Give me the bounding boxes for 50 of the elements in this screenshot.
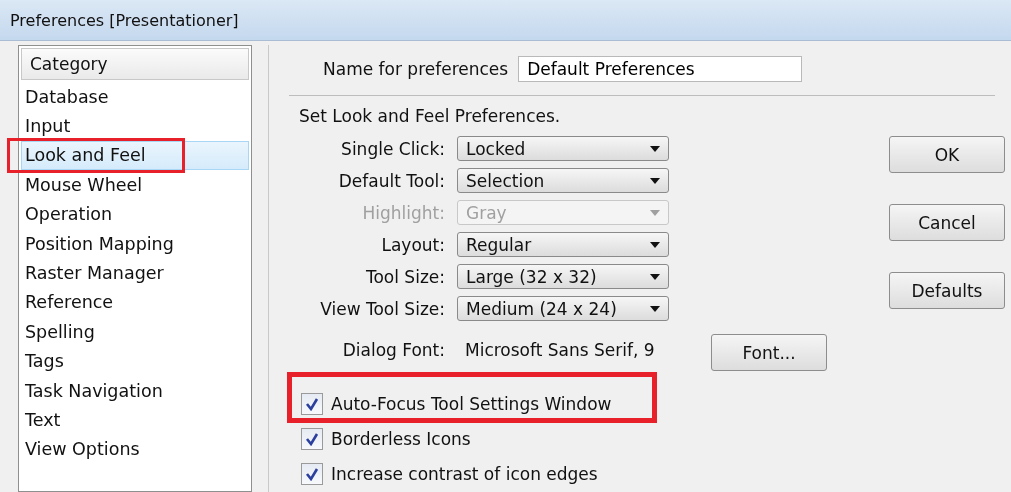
category-item[interactable]: Mouse Wheel — [21, 170, 249, 200]
caret-icon — [650, 273, 660, 280]
section-title: Set Look and Feel Preferences. — [298, 105, 562, 128]
setting-label: Dialog Font: — [342, 339, 445, 360]
dialog-button[interactable]: OK — [889, 136, 1005, 173]
setting-label: Highlight: — [362, 202, 445, 223]
dialog-button[interactable]: Defaults — [889, 272, 1005, 309]
caret-icon — [650, 177, 660, 184]
category-item[interactable]: Spelling — [21, 317, 249, 347]
checkbox[interactable] — [301, 393, 323, 415]
checkmark-icon — [305, 467, 319, 481]
setting-label: Layout: — [381, 234, 445, 255]
category-item[interactable]: Task Navigation — [21, 375, 249, 406]
category-item[interactable]: Raster Manager — [21, 258, 249, 288]
dialog-button[interactable]: Cancel — [889, 204, 1005, 241]
caret-icon — [650, 209, 660, 216]
dropdown[interactable]: Regular — [457, 232, 669, 257]
font-value: Microsoft Sans Serif, 9 — [464, 339, 656, 360]
caret-icon — [650, 241, 660, 248]
checkmark-icon — [305, 432, 319, 446]
checkmark-icon — [305, 397, 319, 411]
category-item[interactable]: Input — [21, 111, 249, 141]
category-item[interactable]: Text — [21, 405, 249, 435]
caret-icon — [650, 305, 660, 312]
name-field[interactable]: Default Preferences — [518, 56, 803, 82]
setting-label: View Tool Size: — [320, 298, 445, 319]
setting-label: Single Click: — [341, 138, 445, 159]
checkbox-label: Borderless Icons — [331, 429, 471, 449]
setting-label: Default Tool: — [338, 170, 445, 191]
window-title: Preferences [Presentationer] — [10, 10, 239, 30]
dropdown[interactable]: Medium (24 x 24) — [457, 296, 669, 321]
category-item[interactable]: Operation — [21, 199, 249, 229]
font-button[interactable]: Font... — [711, 334, 827, 371]
category-item[interactable]: Look and Feel — [21, 140, 249, 171]
category-item[interactable]: Tags — [21, 346, 249, 376]
category-item[interactable]: Database — [21, 82, 249, 112]
checkbox-label: Auto-Focus Tool Settings Window — [331, 394, 612, 414]
setting-label: Tool Size: — [365, 266, 445, 287]
dropdown[interactable]: Selection — [457, 168, 669, 193]
caret-icon — [650, 145, 660, 152]
checkbox-label: Increase contrast of icon edges — [331, 464, 598, 484]
category-item[interactable]: Position Mapping — [21, 228, 249, 259]
category-item[interactable]: Reference — [21, 287, 249, 318]
category-item[interactable]: View Options — [21, 434, 249, 465]
field-label: Name for preferences — [323, 59, 509, 79]
list-header: Category — [21, 48, 249, 80]
dropdown[interactable]: Locked — [457, 136, 669, 161]
dropdown[interactable]: Large (32 x 32) — [457, 264, 669, 289]
checkbox[interactable] — [301, 428, 323, 450]
checkbox[interactable] — [301, 463, 323, 485]
